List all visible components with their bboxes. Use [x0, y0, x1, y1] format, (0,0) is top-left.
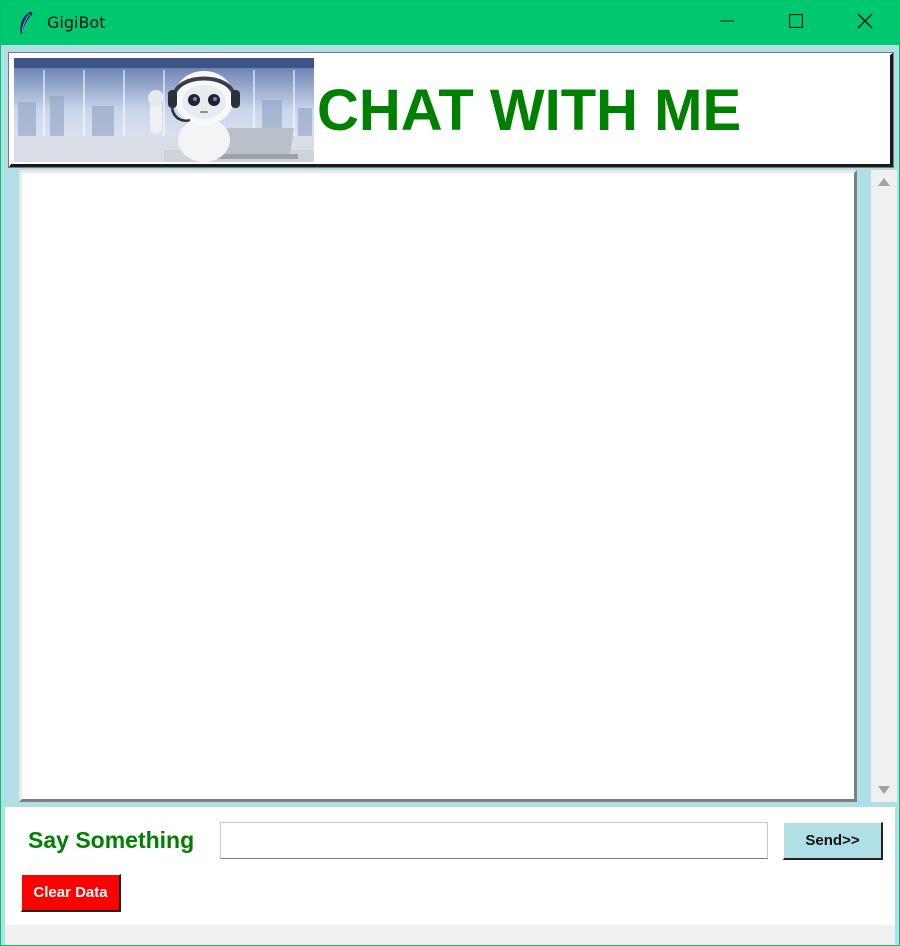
send-button[interactable]: Send>> — [783, 822, 883, 860]
scroll-down-button[interactable] — [871, 778, 897, 802]
scroll-up-button[interactable] — [871, 170, 897, 194]
feather-icon — [17, 11, 35, 35]
clear-data-button[interactable]: Clear Data — [21, 874, 121, 912]
arrow-up-icon — [878, 173, 890, 191]
window-bottom-strip — [5, 925, 895, 945]
window-title: GigiBot — [47, 13, 106, 32]
chat-transcript[interactable] — [19, 170, 857, 802]
input-panel: Say Something Send>> Clear Data — [5, 807, 895, 925]
say-something-label: Say Something — [28, 827, 195, 853]
vertical-scrollbar[interactable] — [871, 170, 897, 802]
robot-assistant-image — [14, 58, 314, 162]
title-bar[interactable]: GigiBot — [1, 1, 899, 45]
minimize-button[interactable] — [693, 1, 761, 45]
close-button[interactable] — [831, 1, 899, 45]
message-input[interactable] — [220, 822, 768, 859]
maximize-icon — [788, 13, 804, 33]
close-icon — [857, 13, 873, 34]
maximize-button[interactable] — [762, 1, 830, 45]
minimize-icon — [720, 14, 734, 33]
header-title: CHAT WITH ME — [317, 78, 742, 143]
app-window: GigiBot CHAT WITH ME Say Something Send>… — [0, 0, 900, 946]
arrow-down-icon — [878, 781, 890, 799]
header-banner: CHAT WITH ME — [8, 52, 894, 168]
